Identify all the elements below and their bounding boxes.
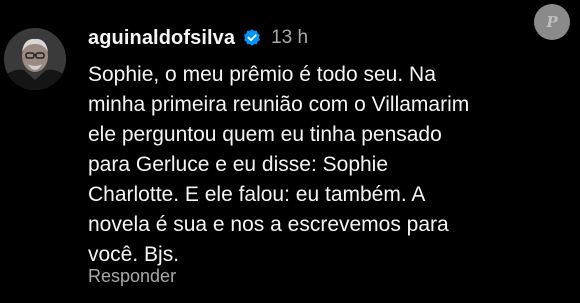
comment-header: aguinaldofsilva 13 h <box>88 24 308 52</box>
watermark-letter: P <box>546 13 558 31</box>
comment-text-line: minha primeira reunião com o Villamarim <box>88 93 470 116</box>
reply-button[interactable]: Responder <box>88 266 176 287</box>
comment-text-line: novela é sua e nos a escrevemos para <box>88 213 449 236</box>
watermark-logo: P <box>534 4 570 40</box>
comment-text-line: Sophie, o meu prêmio é todo seu. Na <box>88 63 436 86</box>
comment-text-line: para Gerluce e eu disse: Sophie <box>88 153 389 176</box>
timestamp: 13 h <box>271 27 309 48</box>
verified-badge-icon <box>242 28 262 48</box>
comment: aguinaldofsilva 13 h Sophie, o meu prêmi… <box>0 0 580 303</box>
comment-text: Sophie, o meu prêmio é todo seu. Na minh… <box>88 60 558 270</box>
username[interactable]: aguinaldofsilva <box>88 27 235 50</box>
avatar[interactable] <box>4 28 66 90</box>
comment-text-line: ele perguntou quem eu tinha pensado <box>88 123 442 146</box>
comment-text-line: Charlotte. E ele falou: eu também. A <box>88 183 426 206</box>
avatar-image <box>4 28 66 90</box>
